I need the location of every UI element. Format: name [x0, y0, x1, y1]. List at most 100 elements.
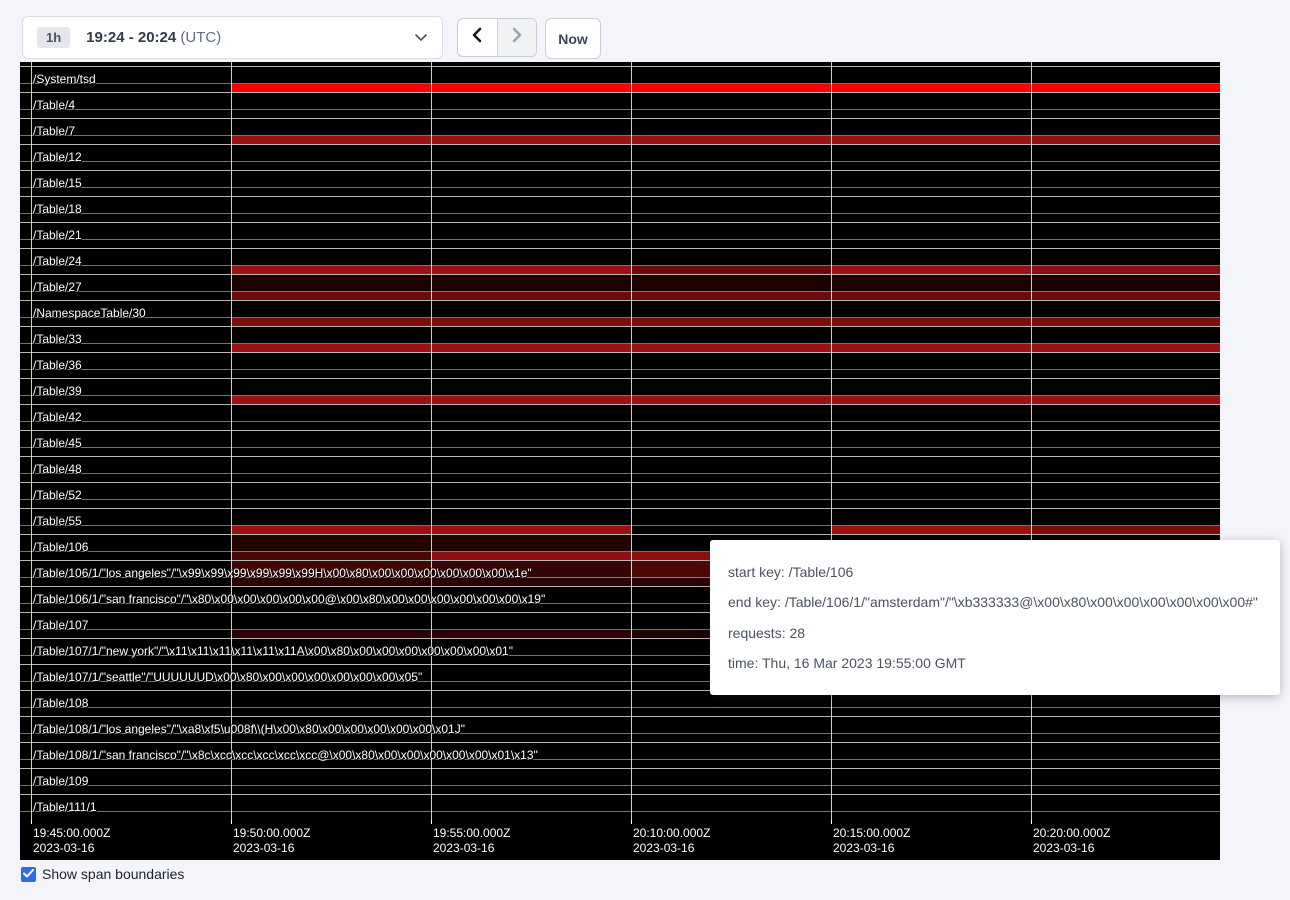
heat-cell[interactable]: [1031, 197, 1220, 222]
span-row[interactable]: /NamespaceTable/30: [20, 300, 1220, 326]
heat-cell[interactable]: [631, 171, 831, 196]
heat-cell[interactable]: [1031, 431, 1220, 456]
heat-cell[interactable]: [831, 405, 1031, 430]
heat-cell[interactable]: [431, 197, 631, 222]
heat-cell[interactable]: [831, 795, 1031, 820]
heat-cell[interactable]: [831, 145, 1031, 170]
span-row[interactable]: /Table/15: [20, 170, 1220, 196]
heat-cell[interactable]: [231, 613, 431, 638]
heat-cell[interactable]: [1031, 223, 1220, 248]
span-row[interactable]: /Table/111/1: [20, 794, 1220, 820]
heat-cell[interactable]: [631, 509, 831, 534]
heat-cell[interactable]: [231, 301, 431, 326]
span-row[interactable]: /Table/39: [20, 378, 1220, 404]
heat-cell[interactable]: [1031, 405, 1220, 430]
heat-cell[interactable]: [631, 249, 831, 274]
span-row[interactable]: /Table/42: [20, 404, 1220, 430]
heat-cell[interactable]: [831, 509, 1031, 534]
heat-cell[interactable]: [631, 145, 831, 170]
heat-cell[interactable]: [231, 93, 431, 118]
heat-cell[interactable]: [431, 145, 631, 170]
heat-cell[interactable]: [231, 197, 431, 222]
heat-cell[interactable]: [1031, 457, 1220, 482]
heat-cell[interactable]: [1031, 119, 1220, 144]
heat-cell[interactable]: [231, 223, 431, 248]
heat-cell[interactable]: [831, 249, 1031, 274]
heat-cell[interactable]: [831, 769, 1031, 794]
heat-cell[interactable]: [831, 275, 1031, 300]
heat-cell[interactable]: [1031, 249, 1220, 274]
heat-cell[interactable]: [631, 405, 831, 430]
heat-cell[interactable]: [431, 327, 631, 352]
heat-cell[interactable]: [831, 717, 1031, 742]
span-row[interactable]: /Table/55: [20, 508, 1220, 534]
heat-cell[interactable]: [231, 119, 431, 144]
heat-cell[interactable]: [1031, 717, 1220, 742]
heat-cell[interactable]: [431, 223, 631, 248]
span-row[interactable]: /Table/48: [20, 456, 1220, 482]
heat-cell[interactable]: [831, 197, 1031, 222]
heat-cell[interactable]: [231, 769, 431, 794]
heat-cell[interactable]: [631, 327, 831, 352]
span-row[interactable]: /Table/18: [20, 196, 1220, 222]
heat-cell[interactable]: [1031, 171, 1220, 196]
heat-cell[interactable]: [831, 67, 1031, 92]
heat-cell[interactable]: [631, 769, 831, 794]
span-row[interactable]: /Table/52: [20, 482, 1220, 508]
span-row[interactable]: /Table/109: [20, 768, 1220, 794]
heat-cell[interactable]: [831, 431, 1031, 456]
heat-cell[interactable]: [1031, 301, 1220, 326]
heat-cell[interactable]: [431, 509, 631, 534]
heat-cell[interactable]: [231, 431, 431, 456]
heat-cell[interactable]: [631, 457, 831, 482]
span-row[interactable]: /Table/4: [20, 92, 1220, 118]
heat-cell[interactable]: [1031, 743, 1220, 768]
heat-cell[interactable]: [631, 795, 831, 820]
span-row[interactable]: /Table/24: [20, 248, 1220, 274]
heat-cell[interactable]: [1031, 509, 1220, 534]
heat-cell[interactable]: [631, 483, 831, 508]
heat-cell[interactable]: [231, 535, 431, 560]
heat-cell[interactable]: [631, 743, 831, 768]
prev-window-button[interactable]: [458, 19, 497, 56]
heat-cell[interactable]: [231, 145, 431, 170]
heat-cell[interactable]: [231, 483, 431, 508]
span-row[interactable]: /Table/7: [20, 118, 1220, 144]
heat-cell[interactable]: [1031, 795, 1220, 820]
heat-cell[interactable]: [631, 223, 831, 248]
heat-cell[interactable]: [431, 301, 631, 326]
heat-cell[interactable]: [831, 457, 1031, 482]
heat-cell[interactable]: [631, 379, 831, 404]
heat-cell[interactable]: [431, 665, 631, 690]
heat-cell[interactable]: [831, 223, 1031, 248]
heat-cell[interactable]: [431, 93, 631, 118]
heat-cell[interactable]: [831, 353, 1031, 378]
heat-cell[interactable]: [431, 171, 631, 196]
heat-cell[interactable]: [431, 67, 631, 92]
span-row[interactable]: /Table/45: [20, 430, 1220, 456]
heat-cell[interactable]: [431, 535, 631, 560]
span-row[interactable]: /Table/33: [20, 326, 1220, 352]
heat-cell[interactable]: [431, 119, 631, 144]
span-row[interactable]: /Table/108/1/"los angeles"/"\xa8\xf5\u00…: [20, 716, 1220, 742]
heat-cell[interactable]: [631, 119, 831, 144]
heat-cell[interactable]: [231, 691, 431, 716]
heat-cell[interactable]: [631, 301, 831, 326]
heat-cell[interactable]: [231, 275, 431, 300]
now-button[interactable]: Now: [545, 18, 601, 59]
heat-cell[interactable]: [831, 743, 1031, 768]
heat-cell[interactable]: [431, 691, 631, 716]
heat-cell[interactable]: [831, 379, 1031, 404]
heat-cell[interactable]: [231, 457, 431, 482]
heat-cell[interactable]: [1031, 379, 1220, 404]
heat-cell[interactable]: [231, 67, 431, 92]
heat-cell[interactable]: [431, 457, 631, 482]
heat-cell[interactable]: [431, 613, 631, 638]
heat-cell[interactable]: [431, 353, 631, 378]
heat-cell[interactable]: [631, 67, 831, 92]
next-window-button[interactable]: [497, 19, 537, 56]
heat-cell[interactable]: [1031, 93, 1220, 118]
heat-cell[interactable]: [1031, 769, 1220, 794]
heat-cell[interactable]: [831, 93, 1031, 118]
heat-cell[interactable]: [631, 93, 831, 118]
